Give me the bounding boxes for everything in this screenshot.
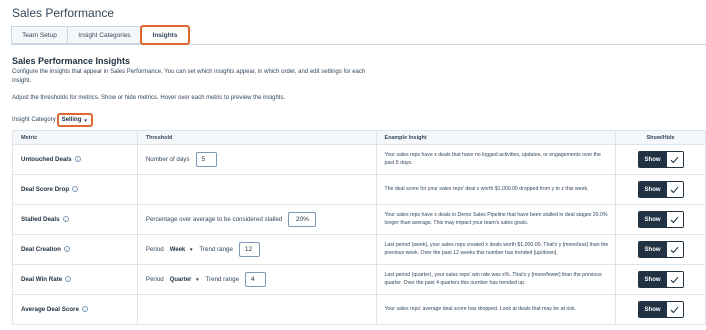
threshold-cell [136,174,377,205]
table-row: Untouched Deals i Number of days 5 Your s… [12,144,706,175]
metric-name: Untouched Deals [21,156,72,163]
info-icon[interactable]: i [74,156,81,163]
threshold-description: Adjust the thresholds for metrics. Show … [12,95,286,101]
info-icon[interactable]: i [62,216,69,223]
period-label: Period [145,276,164,283]
example-insight: Your sales reps have x deals in Demo Sal… [375,204,617,235]
trend-range-input[interactable]: 4 [245,272,267,287]
insights-table: Metric Threshold Example Insight Show/Hi… [12,130,706,325]
example-insight: Last period (quarter), your sales reps' … [375,264,617,295]
show-label: Show [638,272,667,287]
info-icon[interactable]: i [72,186,79,193]
metric-cell[interactable]: Deal Creation i [12,234,138,265]
col-header-show-hide: Show/Hide [615,130,706,145]
insight-category-dropdown[interactable]: Selling ▼ [56,113,93,127]
metric-name: Deal Creation [21,246,61,253]
example-insight: Your sales reps have x deals that have n… [375,144,617,175]
trend-range-input[interactable]: 12 [238,242,260,257]
trend-range-label: Trend range [205,276,240,283]
show-hide-cell: Show [615,174,706,205]
show-label: Show [638,152,667,167]
threshold-input[interactable]: 5 [195,152,217,167]
insight-category-filter: Insight Category Selling ▼ [12,113,93,127]
metric-cell[interactable]: Untouched Deals i [12,144,138,175]
insight-category-value: Selling [61,117,82,123]
tab-insight-categories[interactable]: Insight Categories [67,26,142,44]
metric-name: Deal Win Rate [21,276,63,283]
show-hide-cell: Show [615,204,706,235]
example-insight: Your sales reps' average deal score has … [375,294,617,325]
show-label: Show [638,182,667,197]
show-hide-cell: Show [615,294,706,325]
section-description: Configure the insights that appear in Sa… [12,69,366,84]
checkmark-icon [666,182,683,197]
threshold-cell [136,294,377,325]
tab-divider [11,44,706,45]
metric-cell[interactable]: Deal Win Rate i [12,264,138,295]
show-toggle[interactable]: Show [637,271,684,288]
info-icon[interactable]: i [63,246,70,253]
page-title: Sales Performance [12,6,115,20]
table-row: Deal Score Drop i The deal score for your… [12,174,706,205]
show-label: Show [638,242,667,257]
table-row: Deal Win Rate i Period Quarter ▼ Trend ra… [12,264,706,295]
metric-cell[interactable]: Average Deal Score i [12,294,138,325]
threshold-cell: Period Quarter ▼ Trend range 4 [136,264,377,295]
table-header-row: Metric Threshold Example Insight Show/Hi… [12,130,706,145]
period-label: Period [145,246,164,253]
info-icon[interactable]: i [81,306,88,313]
metric-name: Stalled Deals [21,216,60,223]
show-hide-cell: Show [615,234,706,265]
tab-bar: Team Setup Insight Categories Insights [11,25,190,45]
show-toggle[interactable]: Show [637,301,684,318]
checkmark-icon [666,242,683,257]
show-toggle[interactable]: Show [637,181,684,198]
threshold-cell: Number of days 5 [136,144,377,175]
threshold-cell: Period Week ▼ Trend range 12 [136,234,377,265]
info-icon[interactable]: i [65,276,72,283]
threshold-input[interactable]: 20% [288,212,317,227]
show-toggle[interactable]: Show [637,241,684,258]
show-hide-cell: Show [615,144,706,175]
show-toggle[interactable]: Show [637,211,684,228]
col-header-example: Example Insight [375,130,617,145]
checkmark-icon [666,302,683,317]
trend-range-label: Trend range [199,246,233,253]
caret-down-icon: ▼ [83,117,88,123]
example-insight: The deal score for your sales reps' deal… [375,174,617,205]
checkmark-icon [666,272,683,287]
tab-team-setup[interactable]: Team Setup [11,26,68,44]
show-label: Show [638,302,667,317]
checkmark-icon [666,212,683,227]
table-row: Average Deal Score i Your sales reps' ave… [12,294,706,325]
section-title: Sales Performance Insights [12,56,131,66]
col-header-metric: Metric [12,130,138,145]
show-label: Show [638,212,667,227]
show-hide-cell: Show [615,264,706,295]
caret-down-icon: ▼ [195,276,200,282]
show-toggle[interactable]: Show [637,151,684,168]
period-value: Quarter [169,276,192,283]
col-header-threshold: Threshold [136,130,377,145]
metric-name: Deal Score Drop [21,186,70,193]
period-dropdown[interactable]: Quarter ▼ [170,277,200,283]
threshold-label: Percentage over average to be considered… [145,216,283,223]
caret-down-icon: ▼ [188,246,194,252]
metric-cell[interactable]: Deal Score Drop i [12,174,138,205]
checkmark-icon [666,152,683,167]
threshold-cell: Percentage over average to be considered… [136,204,377,235]
period-value: Week [169,246,186,253]
metric-name: Average Deal Score [21,306,79,313]
example-insight: Last period (week), your sales reps crea… [375,234,617,265]
metric-cell[interactable]: Stalled Deals i [12,204,138,235]
threshold-label: Number of days [145,156,190,163]
tab-insights[interactable]: Insights [140,25,190,45]
insight-category-label: Insight Category [12,117,56,123]
table-row: Stalled Deals i Percentage over average t… [12,204,706,235]
table-row: Deal Creation i Period Week ▼ Trend range… [12,234,706,265]
period-dropdown[interactable]: Week ▼ [170,247,194,253]
